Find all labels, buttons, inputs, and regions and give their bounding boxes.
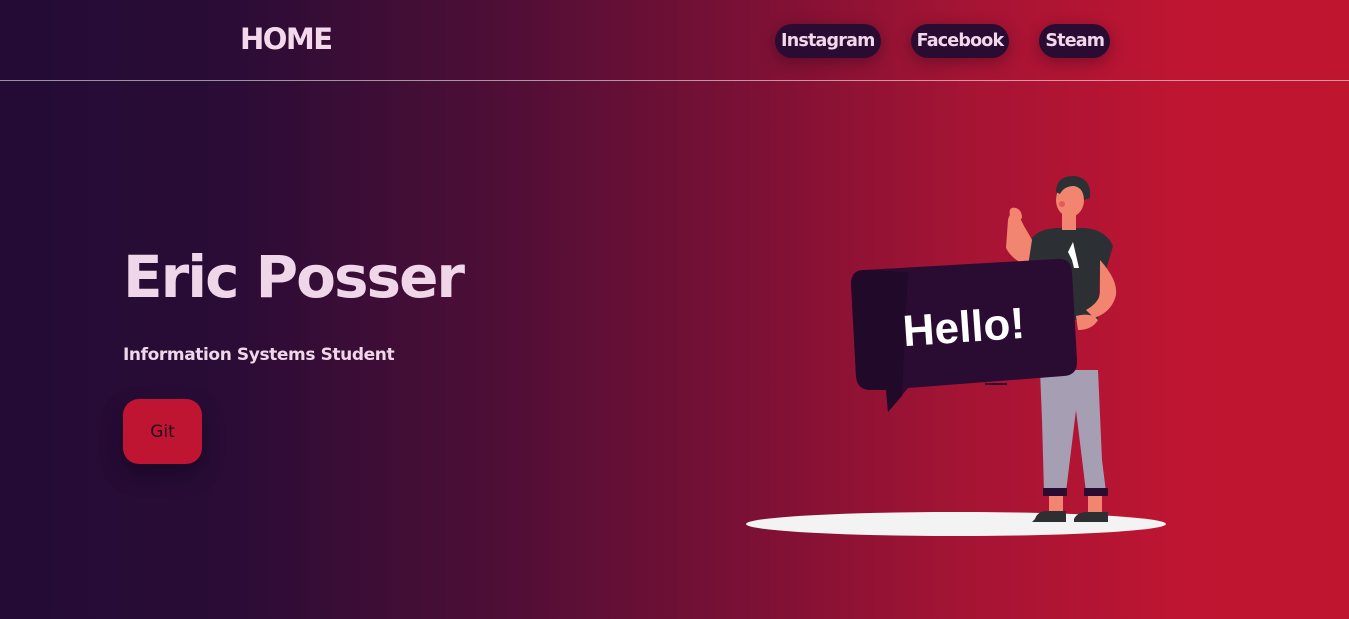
navbar: HOME Instagram Facebook Steam [0,0,1349,81]
person-pants [1040,370,1106,492]
home-link[interactable]: HOME [240,22,333,56]
bubble-dash [985,383,1007,385]
social-nav: Instagram Facebook Steam [775,24,1111,58]
pant-cuff-left [1043,488,1067,496]
ankle-left [1049,496,1063,511]
pant-cuff-right [1084,488,1108,496]
speech-bubble-shade [851,270,908,412]
steam-link[interactable]: Steam [1039,24,1111,58]
person-hand [1076,314,1098,330]
hello-illustration: Hello! [746,176,1166,536]
facebook-link[interactable]: Facebook [910,24,1010,58]
speech-bubble-text: Hello! [901,299,1026,356]
shoe-left [1032,510,1066,522]
hero-title: Eric Posser [123,243,465,311]
ankle-right [1088,496,1102,512]
instagram-link[interactable]: Instagram [775,24,881,58]
shoe-right [1074,511,1108,522]
person-cheek [1059,201,1065,207]
git-button[interactable]: Git [123,399,202,464]
hero-subtitle: Information Systems Student [123,345,395,365]
